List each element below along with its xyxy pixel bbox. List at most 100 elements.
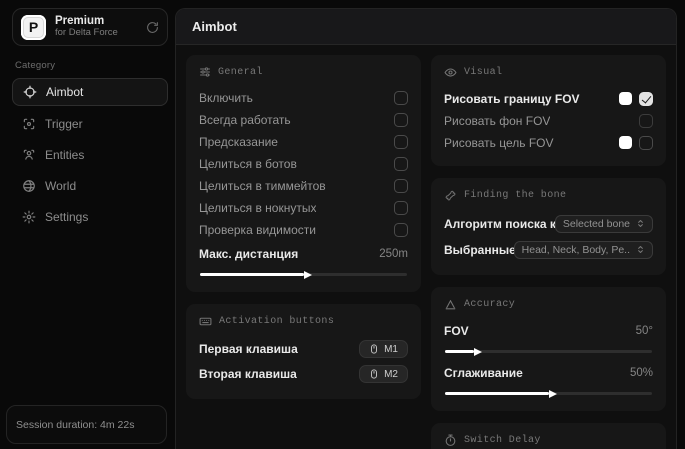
- focus-icon: [22, 117, 36, 131]
- toggle-label: Целиться в нокнутых: [199, 201, 316, 215]
- checkbox[interactable]: [394, 113, 408, 127]
- mouse-icon: [369, 343, 379, 355]
- visual-row: Рисовать фон FOV: [444, 110, 653, 131]
- selected-bones-select[interactable]: Head, Neck, Body, Pe..: [514, 241, 653, 259]
- color-swatch[interactable]: [619, 92, 632, 105]
- toggle-label: Целиться в ботов: [199, 157, 297, 171]
- checkbox[interactable]: [394, 157, 408, 171]
- chevrons-up-down-icon: [636, 219, 645, 228]
- session-duration: Session duration: 4m 22s: [6, 405, 167, 444]
- visual-panel: Visual Рисовать границу FOV Рисовать фон…: [431, 55, 666, 166]
- category-label: Category: [15, 60, 168, 71]
- selected-bones-row: Выбранные кости Head, Neck, Body, Pe..: [444, 237, 653, 262]
- brand-initial: P: [29, 19, 38, 35]
- right-column: Visual Рисовать границу FOV Рисовать фон…: [431, 55, 666, 449]
- slider-fill: [200, 273, 304, 276]
- keybind-row: Первая клавиша M1: [199, 337, 408, 361]
- page-title: Aimbot: [192, 19, 237, 34]
- bone-icon: [444, 189, 457, 202]
- checkbox[interactable]: [394, 91, 408, 105]
- refresh-icon[interactable]: [146, 21, 159, 34]
- sidebar-item-label: World: [45, 179, 76, 193]
- fov-slider[interactable]: [445, 350, 652, 353]
- checkbox[interactable]: [639, 92, 653, 106]
- checkbox[interactable]: [639, 114, 653, 128]
- sidebar-item-world[interactable]: World: [12, 172, 168, 199]
- smoothing-slider[interactable]: [445, 392, 652, 395]
- slider-fill: [445, 350, 474, 353]
- toggle-row: Целиться в ботов: [199, 153, 408, 174]
- activation-buttons-panel: Activation buttons Первая клавиша M1 Вто…: [186, 304, 421, 399]
- panel-title: Activation buttons: [219, 316, 334, 327]
- toggle-label: Проверка видимости: [199, 223, 316, 237]
- bone-algorithm-select[interactable]: Selected bone: [555, 215, 653, 233]
- keybind-key: M1: [384, 344, 398, 355]
- person-scan-icon: [22, 148, 36, 162]
- dropdown-label: Выбранные кости: [444, 243, 518, 257]
- mouse-icon: [369, 368, 379, 380]
- visual-label: Рисовать границу FOV: [444, 92, 580, 106]
- dropdown-value: Head, Neck, Body, Pe..: [522, 244, 630, 256]
- toggle-label: Включить: [199, 91, 253, 105]
- bone-algorithm-row: Алгоритм поиска костей Selected bone: [444, 211, 653, 236]
- slider-label: Сглаживание: [444, 366, 523, 380]
- keybind-label: Вторая клавиша: [199, 367, 297, 381]
- crosshair-icon: [23, 85, 37, 99]
- sidebar-item-settings[interactable]: Settings: [12, 203, 168, 230]
- keybind-button-m1[interactable]: M1: [359, 340, 408, 358]
- checkbox[interactable]: [639, 136, 653, 150]
- max-distance-slider[interactable]: [200, 273, 407, 276]
- slider-value: 250m: [379, 248, 408, 260]
- sidebar-item-label: Trigger: [45, 117, 83, 131]
- dropdown-label: Алгоритм поиска костей: [444, 217, 559, 231]
- main-header: Aimbot: [176, 9, 676, 45]
- visual-label: Рисовать фон FOV: [444, 114, 550, 128]
- sidebar-item-label: Aimbot: [46, 85, 83, 99]
- visual-label: Рисовать цель FOV: [444, 136, 554, 150]
- sidebar-item-label: Entities: [45, 148, 84, 162]
- keybind-key: M2: [384, 369, 398, 380]
- left-column: General Включить Всегда работать Предска…: [186, 55, 421, 399]
- chevrons-up-down-icon: [636, 245, 645, 254]
- panel-title: Switch Delay: [464, 435, 541, 446]
- toggle-label: Целиться в тиммейтов: [199, 179, 326, 193]
- panel-title: General: [218, 67, 263, 78]
- brand-card: P Premium for Delta Force: [12, 8, 168, 46]
- checkbox[interactable]: [394, 223, 408, 237]
- toggle-row: Целиться в тиммейтов: [199, 175, 408, 196]
- toggle-row: Предсказание: [199, 131, 408, 152]
- sidebar: P Premium for Delta Force Category Aimbo…: [0, 0, 175, 449]
- sidebar-item-trigger[interactable]: Trigger: [12, 110, 168, 137]
- keybind-button-m2[interactable]: M2: [359, 365, 408, 383]
- keybind-row: Вторая клавиша M2: [199, 362, 408, 386]
- smoothing-control: Сглаживание 50%: [444, 362, 653, 395]
- sidebar-item-aimbot[interactable]: Aimbot: [12, 78, 168, 106]
- toggle-label: Всегда работать: [199, 113, 291, 127]
- toggle-row: Проверка видимости: [199, 219, 408, 240]
- triangle-gauge-icon: [444, 298, 457, 311]
- eye-icon: [444, 66, 457, 79]
- checkbox[interactable]: [394, 135, 408, 149]
- keybind-label: Первая клавиша: [199, 342, 298, 356]
- slider-label: Макс. дистанция: [199, 247, 298, 261]
- checkbox[interactable]: [394, 201, 408, 215]
- toggle-row: Включить: [199, 87, 408, 108]
- panel-title: Accuracy: [464, 299, 515, 310]
- accuracy-panel: Accuracy FOV 50° Сглаживание: [431, 287, 666, 411]
- content-columns: General Включить Всегда работать Предска…: [176, 45, 676, 449]
- checkbox[interactable]: [394, 179, 408, 193]
- brand-logo: P: [21, 15, 46, 40]
- gear-icon: [22, 210, 36, 224]
- toggle-row: Всегда работать: [199, 109, 408, 130]
- app-window: P Premium for Delta Force Category Aimbo…: [0, 0, 685, 449]
- switch-delay-panel: Switch Delay Задержка переключения Задер…: [431, 423, 666, 449]
- main-panel: Aimbot General Включить: [175, 8, 677, 449]
- visual-row: Рисовать цель FOV: [444, 132, 653, 153]
- color-swatch[interactable]: [619, 136, 632, 149]
- panel-title: Visual: [464, 67, 502, 78]
- sidebar-item-entities[interactable]: Entities: [12, 141, 168, 168]
- slider-label: FOV: [444, 324, 469, 338]
- toggle-label: Предсказание: [199, 135, 278, 149]
- dropdown-value: Selected bone: [563, 218, 630, 230]
- slider-value: 50%: [630, 367, 653, 379]
